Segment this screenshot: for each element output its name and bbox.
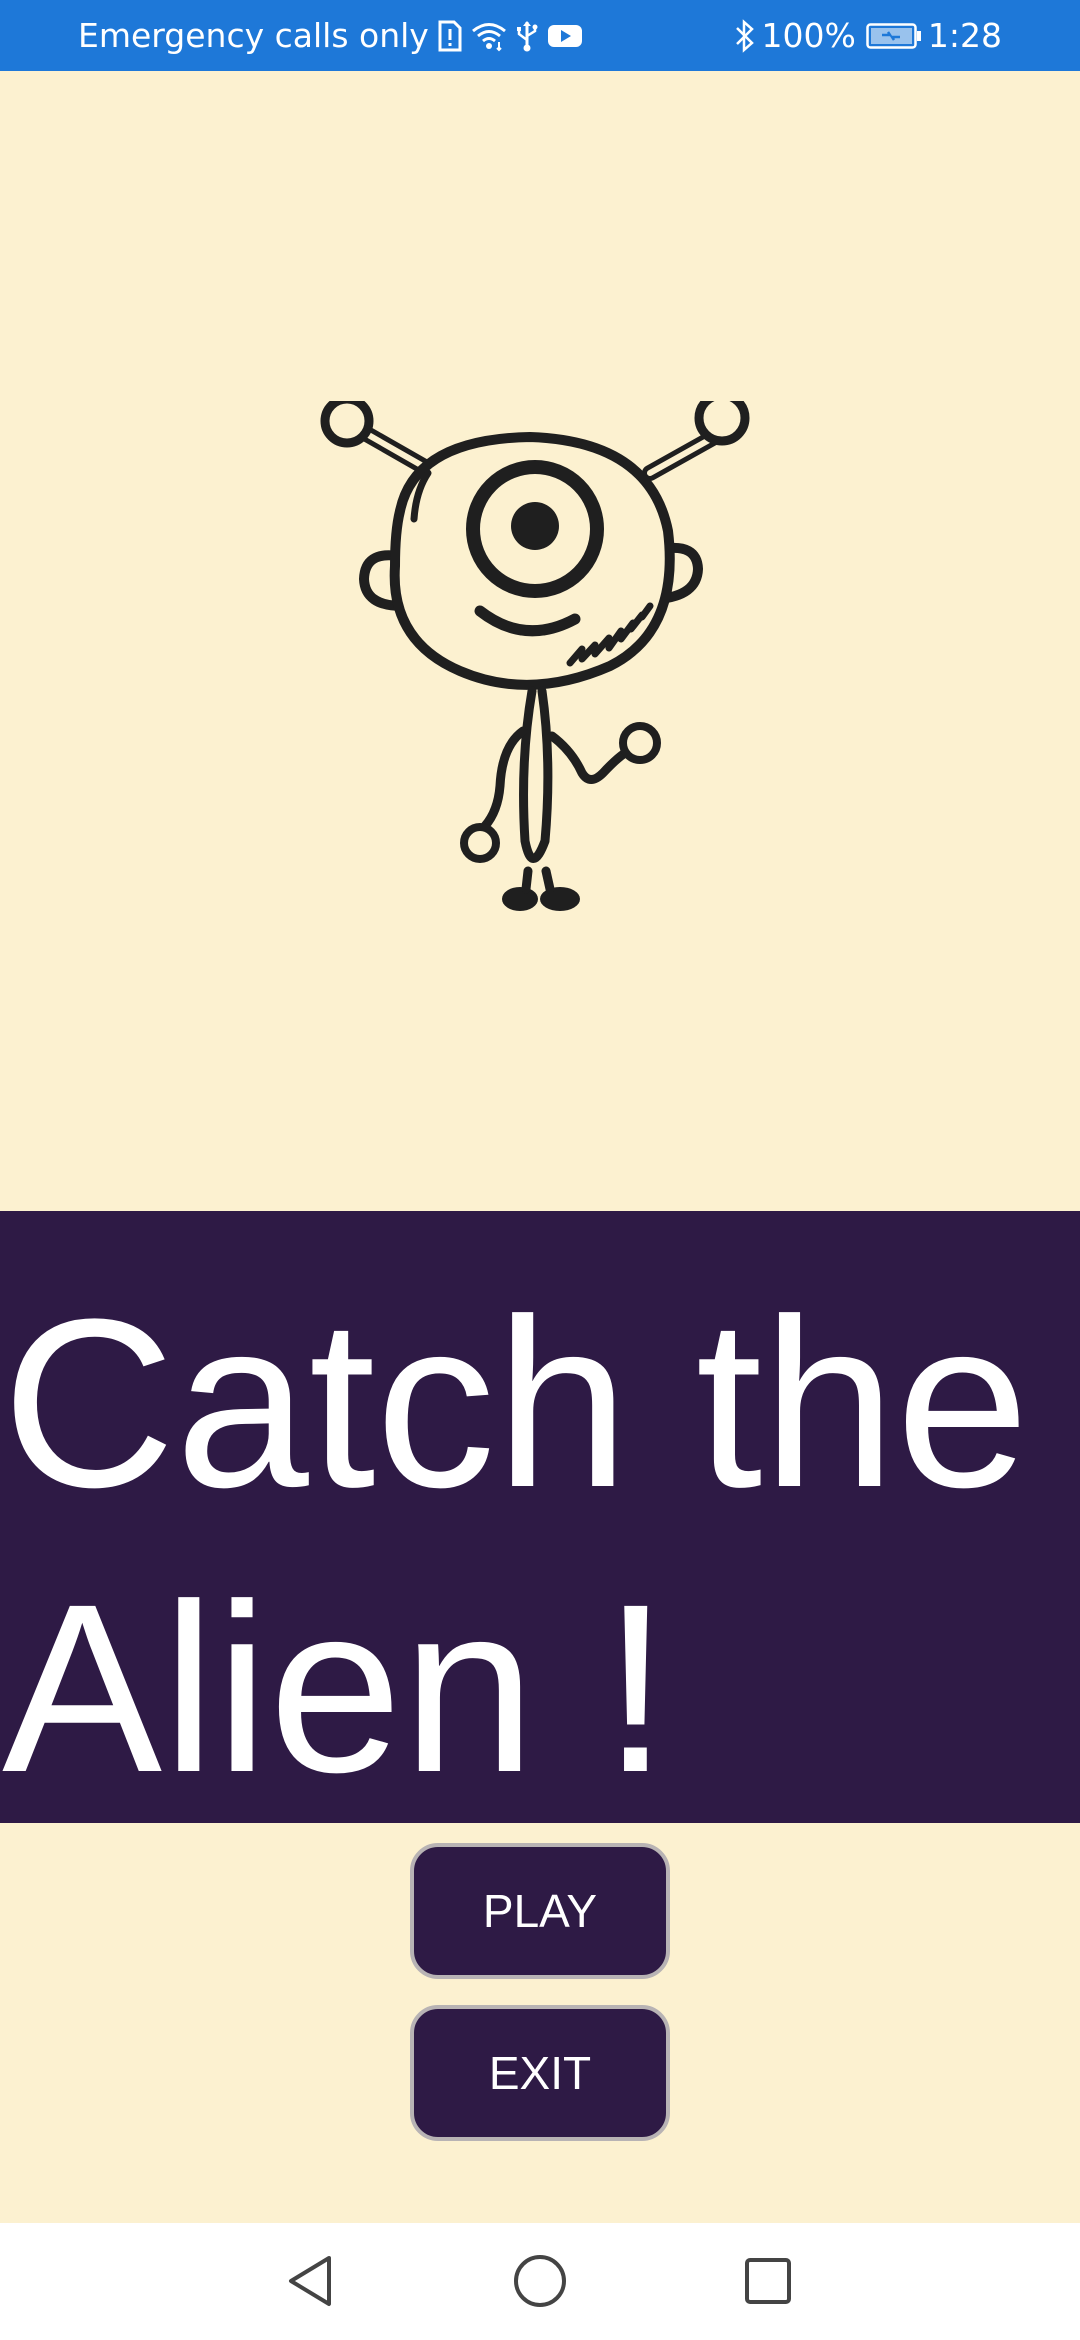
status-bar: Emergency calls only 100% 1:28: [0, 0, 1080, 71]
title-banner: Catch the Alien !: [0, 1211, 1080, 1823]
usb-icon: [515, 20, 539, 52]
bluetooth-icon: [734, 18, 756, 53]
clock: 1:28: [927, 16, 1002, 55]
status-right: 100% 1:28: [734, 0, 1002, 71]
battery-percent: 100%: [761, 16, 856, 55]
game-screen: Catch the Alien ! PLAY EXIT: [0, 71, 1080, 2223]
sim-alert-icon: [437, 20, 463, 52]
wifi-icon: [471, 20, 507, 52]
exit-button[interactable]: EXIT: [410, 2005, 670, 2141]
status-left: Emergency calls only: [78, 0, 583, 71]
back-icon[interactable]: [270, 2241, 350, 2321]
battery-charging-icon: [866, 22, 922, 50]
recent-apps-icon[interactable]: [728, 2241, 808, 2321]
carrier-text: Emergency calls only: [78, 16, 429, 55]
alien-illustration: [320, 401, 750, 911]
youtube-icon: [547, 22, 583, 50]
game-title: Catch the Alien !: [2, 1269, 1030, 1822]
play-button[interactable]: PLAY: [410, 1843, 670, 1979]
home-icon[interactable]: [500, 2241, 580, 2321]
navigation-bar: [0, 2223, 1080, 2340]
